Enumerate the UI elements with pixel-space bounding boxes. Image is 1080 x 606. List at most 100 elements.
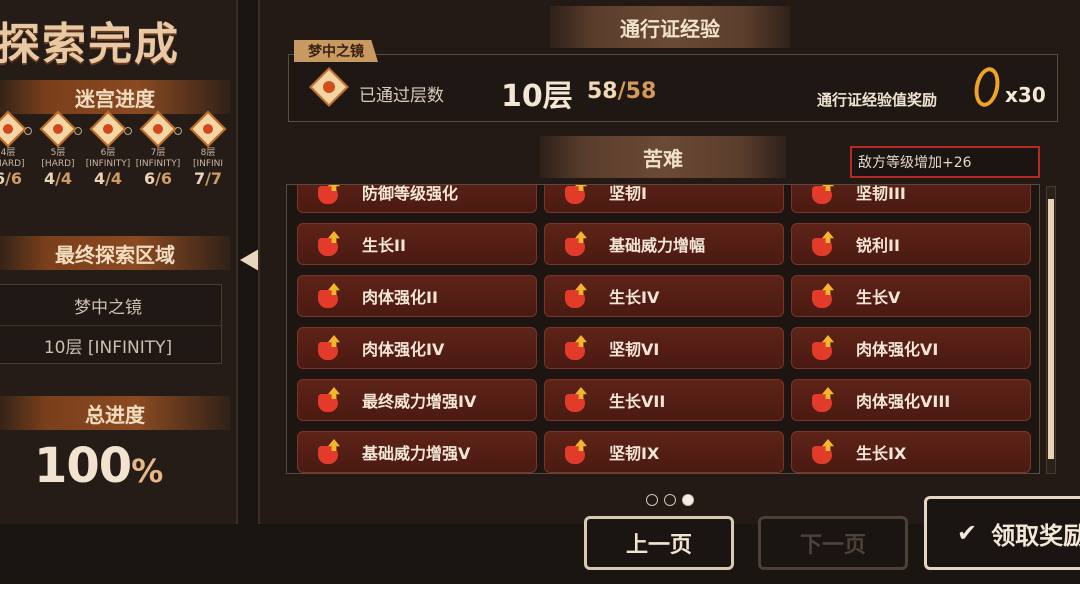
floor-done: 6	[143, 169, 156, 188]
hardship-item[interactable]: 肉体强化VI	[791, 327, 1031, 369]
buff-icon	[316, 386, 344, 414]
final-area-header: 最终探索区域	[0, 236, 230, 270]
hardship-item[interactable]: 生长V	[791, 275, 1031, 317]
hardship-item[interactable]: 生长II	[297, 223, 537, 265]
hardship-item-label: 肉体强化II	[362, 288, 438, 307]
pass-reward-qty: x30	[1005, 83, 1046, 107]
buff-icon	[563, 334, 591, 362]
hardship-item[interactable]: 锐利II	[791, 223, 1031, 265]
floor-level: 5层	[50, 148, 66, 158]
hardship-item[interactable]: 坚韧III	[791, 184, 1031, 213]
hardship-item[interactable]: 肉体强化II	[297, 275, 537, 317]
maze-progress-header: 迷宫进度	[0, 80, 230, 114]
hardship-item-label: 生长IX	[856, 444, 907, 463]
hardship-item[interactable]: 防御等级强化	[297, 184, 537, 213]
hardship-item-label: 生长IV	[609, 288, 660, 307]
floor-gem-icon	[39, 110, 77, 148]
passed-floor-value: 10层	[501, 79, 573, 114]
buff-icon	[810, 438, 838, 466]
buff-icon	[563, 438, 591, 466]
hardship-item-label: 坚韧VI	[609, 340, 660, 359]
buff-icon	[316, 230, 344, 258]
hardship-item-label: 最终威力增强IV	[362, 392, 477, 411]
hardship-item[interactable]: 肉体强化VIII	[791, 379, 1031, 421]
hardship-item-label: 坚韧III	[856, 184, 906, 203]
page-dot-active[interactable]	[682, 494, 694, 506]
hardship-grid: 防御等级强化 坚韧I 坚韧III 生长II 基础威力增幅 锐利II 肉体强化II…	[297, 184, 1033, 473]
prev-page-button[interactable]: 上一页	[584, 516, 734, 570]
hardship-item-label: 肉体强化VIII	[856, 392, 951, 411]
hardship-banner: 苦难	[540, 136, 786, 178]
floor-gem-icon	[89, 110, 127, 148]
floor-mode: [HARD]	[41, 159, 75, 169]
scrollbar-thumb[interactable]	[1048, 199, 1054, 459]
pass-exp-banner: 通行证经验	[550, 6, 790, 48]
floor-total: 6	[10, 169, 23, 188]
enemy-level-bonus: 敌方等级增加+26	[850, 146, 1040, 178]
hardship-item-label: 坚韧IX	[609, 444, 660, 463]
floor-total: 7	[210, 169, 223, 188]
hardship-item[interactable]: 坚韧VI	[544, 327, 784, 369]
passed-count-done: 58	[587, 79, 618, 104]
page-dot[interactable]	[664, 494, 676, 506]
passed-floors-label: 已通过层数	[359, 86, 444, 106]
floor-gem-icon	[139, 110, 177, 148]
hardship-item[interactable]: 生长VII	[544, 379, 784, 421]
floor-done: 4	[93, 169, 106, 188]
buff-icon	[810, 185, 838, 206]
hardship-item-label: 锐利II	[856, 236, 900, 255]
hardship-item-label: 生长VII	[609, 392, 666, 411]
floor-total: 4	[60, 169, 73, 188]
pass-reward-label: 通行证经验值奖励	[817, 91, 938, 109]
hardship-item-label: 坚韧I	[609, 184, 647, 203]
dream-mirror-tag: 梦中之镜	[294, 40, 378, 62]
hardship-item[interactable]: 最终威力增强IV	[297, 379, 537, 421]
hardship-item-label: 基础威力增幅	[609, 236, 706, 255]
buff-icon	[563, 386, 591, 414]
floor-mode: [INFINITY]	[135, 159, 181, 169]
floor-done: 4	[43, 169, 56, 188]
floor-total: 6	[160, 169, 173, 188]
hardship-item[interactable]: 坚韧IX	[544, 431, 784, 473]
hardship-item-label: 肉体强化VI	[856, 340, 939, 359]
pass-exp-box: 已通过层数 10层 58/58 通行证经验值奖励 x30	[288, 54, 1058, 122]
final-area-floor: 10层 [INFINITY]	[0, 325, 221, 365]
claim-reward-button[interactable]: ✔ 领取奖励	[924, 496, 1080, 570]
floor-mode: [INFINI	[192, 159, 224, 169]
floor-node: 4层[HARD] 6/6	[0, 110, 32, 188]
hardship-item-label: 基础威力增强V	[362, 444, 471, 463]
floor-mode: [HARD]	[0, 159, 25, 169]
hardship-item-label: 生长V	[856, 288, 901, 307]
hardship-item[interactable]: 肉体强化IV	[297, 327, 537, 369]
hardship-scrollbar[interactable]	[1046, 186, 1056, 474]
floor-progress-track: 4层[HARD] 6/6 5层[HARD] 4/4 6层[INFINITY] 4…	[0, 110, 230, 196]
game-screen: 探索完成 迷宫进度 4层[HARD] 6/6 5层[HARD] 4/4 6层[I…	[0, 0, 1080, 584]
exploration-complete-title: 探索完成	[0, 19, 180, 70]
hardship-item-label: 防御等级强化	[362, 184, 459, 203]
hardship-item[interactable]: 生长IV	[544, 275, 784, 317]
floor-level: 8层	[200, 148, 216, 158]
page-dot[interactable]	[646, 494, 658, 506]
floor-gem-icon	[309, 67, 349, 107]
buff-icon	[316, 185, 344, 206]
buff-icon	[316, 334, 344, 362]
pass-exp-token-icon	[971, 64, 1003, 110]
floor-node: 7层 [INFINITY] 6/6	[134, 110, 182, 188]
hardship-list[interactable]: 防御等级强化 坚韧I 坚韧III 生长II 基础威力增幅 锐利II 肉体强化II…	[286, 184, 1040, 474]
final-area-box: 梦中之镜 10层 [INFINITY]	[0, 284, 222, 364]
total-progress-number: 100	[34, 438, 132, 494]
checkmark-icon: ✔	[957, 519, 978, 547]
claim-reward-label: 领取奖励	[991, 521, 1080, 550]
buff-icon	[563, 282, 591, 310]
hardship-item[interactable]: 坚韧I	[544, 184, 784, 213]
passed-count: 58/58	[587, 79, 656, 104]
floor-node: 6层 [INFINITY] 4/4	[84, 110, 132, 188]
buff-icon	[563, 185, 591, 206]
floor-gem-icon	[189, 110, 227, 148]
next-page-button[interactable]: 下一页	[758, 516, 908, 570]
total-progress-header: 总进度	[0, 396, 230, 430]
hardship-item[interactable]: 生长IX	[791, 431, 1031, 473]
final-area-name: 梦中之镜	[74, 297, 142, 318]
hardship-item[interactable]: 基础威力增幅	[544, 223, 784, 265]
hardship-item[interactable]: 基础威力增强V	[297, 431, 537, 473]
